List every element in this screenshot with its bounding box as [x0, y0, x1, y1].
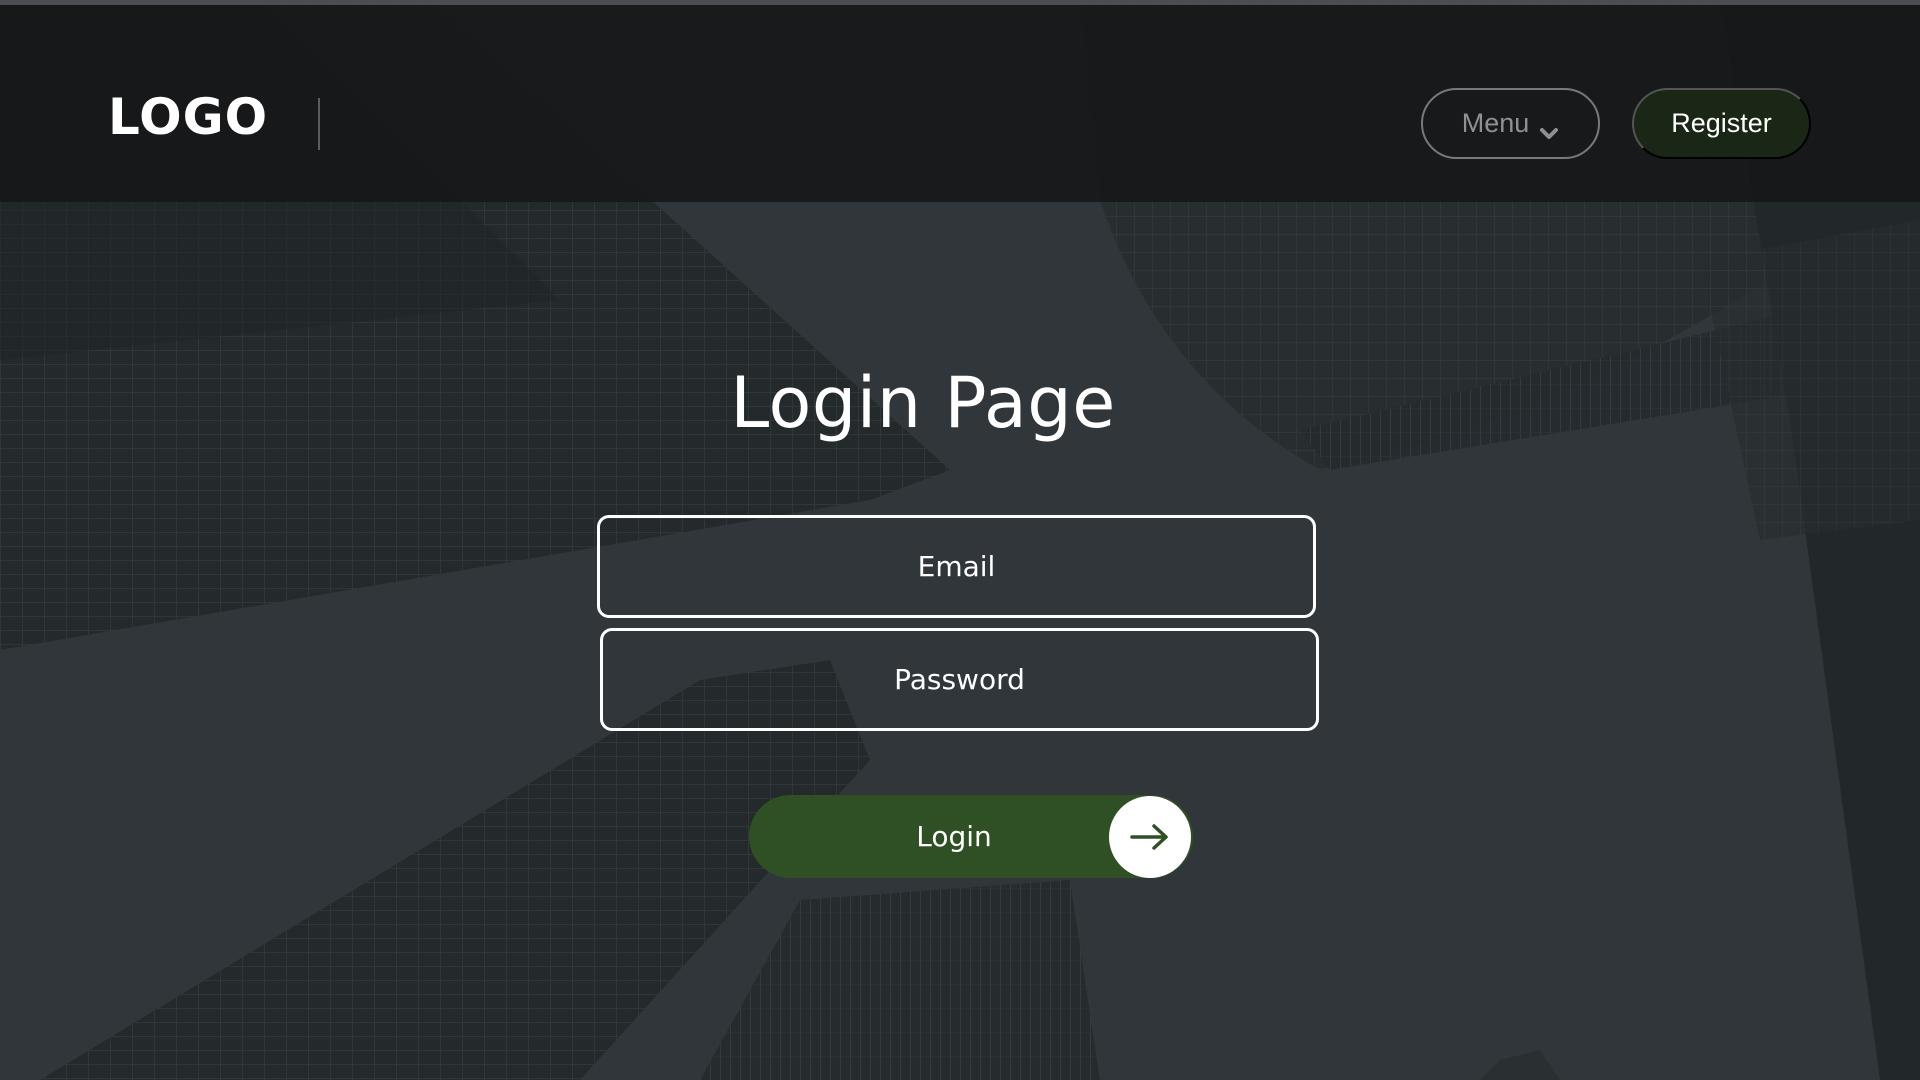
- logo[interactable]: LOGO: [108, 88, 268, 146]
- password-field[interactable]: [600, 628, 1319, 731]
- menu-button[interactable]: Menu: [1421, 88, 1600, 159]
- chevron-down-icon: [1539, 117, 1559, 139]
- login-form: Login Page Login: [0, 202, 1920, 1080]
- email-field[interactable]: [597, 515, 1316, 618]
- page-title: Login Page: [730, 362, 1116, 444]
- logo-divider: [318, 98, 320, 150]
- login-button-label: Login: [916, 820, 992, 853]
- register-button[interactable]: Register: [1632, 88, 1811, 159]
- top-edge-line: [0, 0, 1920, 5]
- top-navigation-bar: LOGO Menu Register: [0, 0, 1920, 202]
- menu-button-label: Menu: [1461, 108, 1530, 138]
- arrow-right-icon[interactable]: [1109, 796, 1191, 878]
- login-button[interactable]: Login: [749, 795, 1193, 878]
